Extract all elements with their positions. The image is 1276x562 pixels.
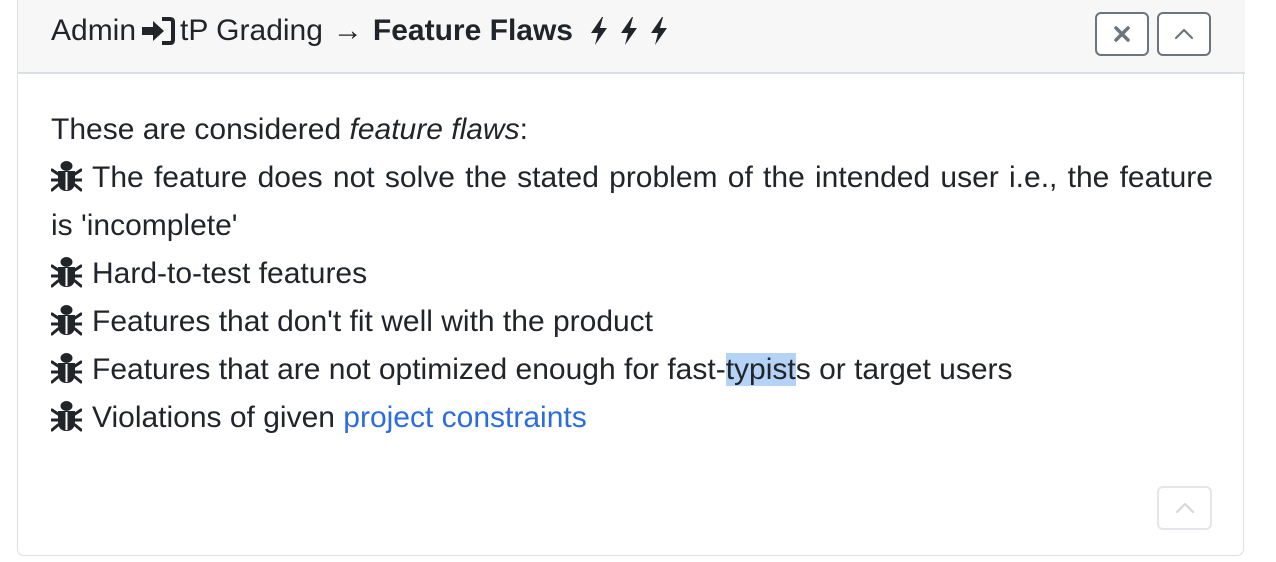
breadcrumb-separator: → bbox=[332, 14, 363, 47]
chevron-up-icon bbox=[1175, 502, 1194, 514]
bolt-icon bbox=[621, 17, 637, 45]
breadcrumb-admin: Admin bbox=[51, 14, 137, 47]
feature-flaws-card: Admin tP Grading → Feature Flaws These a… bbox=[17, 0, 1245, 556]
list-item: Hard-to-test features bbox=[51, 250, 1213, 298]
bug-icon bbox=[51, 351, 82, 385]
bug-icon bbox=[51, 159, 82, 193]
chevron-up-icon bbox=[1174, 28, 1194, 40]
bolt-icon bbox=[651, 17, 667, 45]
card-body: These are considered feature flaws: The … bbox=[51, 106, 1213, 442]
bug-icon bbox=[51, 399, 82, 433]
list-item: Features that are not optimized enough f… bbox=[51, 346, 1213, 394]
login-icon bbox=[142, 17, 176, 45]
breadcrumb-section: tP Grading bbox=[180, 14, 323, 47]
list-item: Violations of given project constraints bbox=[51, 394, 1213, 442]
breadcrumb: Admin tP Grading → Feature Flaws bbox=[51, 13, 671, 49]
collapse-button[interactable] bbox=[1157, 12, 1211, 56]
bug-icon bbox=[51, 303, 82, 337]
bolt-icon bbox=[591, 17, 607, 45]
close-button[interactable] bbox=[1095, 12, 1149, 56]
page-title: Feature Flaws bbox=[372, 14, 573, 47]
close-icon bbox=[1114, 26, 1130, 42]
bug-icon bbox=[51, 255, 82, 289]
selected-text: typist bbox=[725, 353, 796, 386]
project-constraints-link[interactable]: project constraints bbox=[343, 401, 586, 434]
scroll-top-button[interactable] bbox=[1157, 486, 1212, 530]
list-item: The feature does not solve the stated pr… bbox=[51, 159, 1213, 242]
intro-text: These are considered feature flaws: bbox=[51, 113, 528, 146]
card-header: Admin tP Grading → Feature Flaws bbox=[18, 0, 1245, 74]
list-item: Features that don't fit well with the pr… bbox=[51, 298, 1213, 346]
intro-emphasis: feature flaws bbox=[349, 113, 520, 146]
